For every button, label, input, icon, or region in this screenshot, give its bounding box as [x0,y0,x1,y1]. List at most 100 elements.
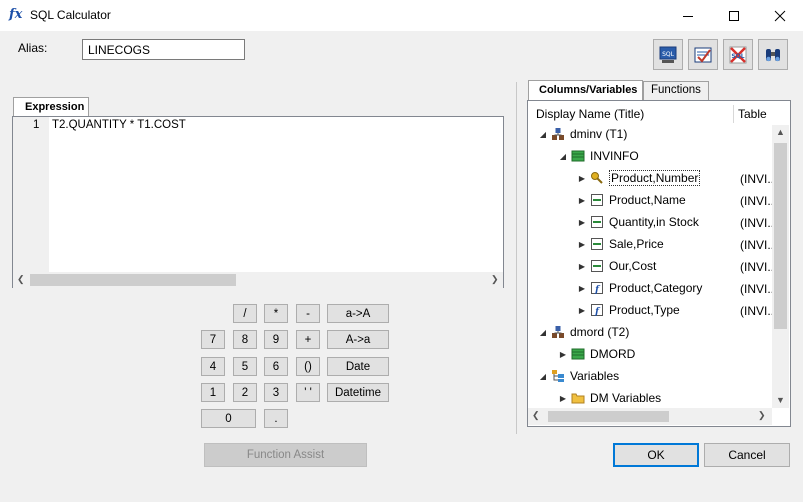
key-parentheses[interactable]: () [296,357,320,376]
scroll-right-icon[interactable]: ❯ [758,410,766,421]
collapsed-icon[interactable]: ▶ [558,394,568,403]
tree-node-label: DM Variables [590,391,662,405]
expression-hscrollbar[interactable]: ❮ ❯ [13,272,503,288]
key-2[interactable]: 2 [233,383,257,402]
key-datetime[interactable]: Datetime [327,383,389,402]
alias-label: Alias: [18,41,48,55]
column-header-table[interactable]: Table [738,107,767,121]
column-icon [590,193,604,207]
tree-node-label: Quantity,in Stock [609,215,699,229]
library-icon [551,127,565,141]
key-0[interactable]: 0 [201,409,256,428]
tree-node-label: Product,Type [609,303,680,317]
key-4[interactable]: 4 [201,357,225,376]
key-multiply[interactable]: * [264,304,288,323]
collapsed-icon[interactable]: ▶ [577,196,587,205]
tree-hscrollbar[interactable]: ❮ ❯ [528,408,772,425]
key-lower-case[interactable]: A->a [327,330,389,349]
tree-node-label: Sale,Price [609,237,664,251]
scroll-up-icon[interactable]: ▲ [776,127,785,137]
collapsed-icon[interactable]: ▶ [577,218,587,227]
column-header-separator[interactable] [733,105,734,123]
collapsed-icon[interactable]: ▶ [558,350,568,359]
key-9[interactable]: 9 [264,330,288,349]
validate-button[interactable] [688,39,718,70]
key-7[interactable]: 7 [201,330,225,349]
tree-node-label: Product,Number [609,170,701,186]
app-fx-icon: fx [9,7,23,22]
validate-icon [694,47,712,63]
key-1[interactable]: 1 [201,383,225,402]
tree-vscroll-thumb[interactable] [774,143,787,329]
sql-check-button[interactable]: SQL [723,39,753,70]
tree-node-sale-price[interactable]: ▶ Sale,Price [577,234,664,254]
tree-node-product-name[interactable]: ▶ Product,Name [577,190,686,210]
computed-column-icon: f [590,303,604,317]
close-button[interactable] [757,0,803,31]
tab-columns-variables[interactable]: Columns/Variables [528,80,643,100]
tree-node-product-type[interactable]: ▶ f Product,Type [577,300,680,320]
key-date[interactable]: Date [327,357,389,376]
collapsed-icon[interactable]: ▶ [577,306,587,315]
collapsed-icon[interactable]: ▶ [577,262,587,271]
tree-node-quantity-in-stock[interactable]: ▶ Quantity,in Stock [577,212,699,232]
expanded-icon[interactable]: ◢ [538,372,548,381]
key-8[interactable]: 8 [233,330,257,349]
scroll-left-icon[interactable]: ❮ [17,274,25,285]
tree-node-label: DMORD [590,347,636,361]
key-6[interactable]: 6 [264,357,288,376]
svg-text:SQL: SQL [662,51,675,58]
tree-node-dm-variables[interactable]: ▶ DM Variables [558,388,661,408]
tree-node-label: dminv (T1) [570,127,628,141]
tree-node-product-category[interactable]: ▶ f Product,Category [577,278,702,298]
expression-hscroll-thumb[interactable] [30,274,236,286]
tree-vscrollbar[interactable]: ▲ ▼ [772,125,789,408]
expanded-icon[interactable]: ◢ [538,328,548,337]
tree-node-dmord-table[interactable]: ▶ DMORD [558,344,635,364]
key-quotes[interactable]: ' ' [296,383,320,402]
collapsed-icon[interactable]: ▶ [577,240,587,249]
key-upper-case[interactable]: a->A [327,304,389,323]
key-minus[interactable]: - [296,304,320,323]
key-divide[interactable]: / [233,304,257,323]
ok-button[interactable]: OK [613,443,699,467]
tree-node-invinfo[interactable]: ◢ INVINFO [558,146,639,166]
tree-node-dmord[interactable]: ◢ dmord (T2) [538,322,629,342]
expression-text[interactable]: T2.QUANTITY * T1.COST [52,119,186,131]
tree-hscroll-thumb[interactable] [548,411,669,422]
collapsed-icon[interactable]: ▶ [577,284,587,293]
scroll-down-icon[interactable]: ▼ [776,395,785,405]
sql-view-button[interactable]: SQL [653,39,683,70]
line-number: 1 [33,119,40,131]
tree-node-dminv[interactable]: ◢ dminv (T1) [538,124,627,144]
tree-node-product-number[interactable]: ▶ Product,Number [577,168,701,188]
minimize-button[interactable] [665,0,711,31]
alias-input[interactable]: LINECOGS [82,39,245,60]
tree-node-label: Product,Category [609,281,703,295]
key-plus[interactable]: + [296,330,320,349]
sql-view-icon: SQL [659,46,677,63]
table-green-icon [571,347,585,361]
key-5[interactable]: 5 [233,357,257,376]
tree-node-label: Our,Cost [609,259,657,273]
collapsed-icon[interactable]: ▶ [577,174,587,183]
tree-node-variables[interactable]: ◢ Variables [538,366,619,386]
key-3[interactable]: 3 [264,383,288,402]
browse-button[interactable] [758,39,788,70]
expression-editor[interactable]: 1 T2.QUANTITY * T1.COST ❮ ❯ [12,116,504,288]
column-header-display-name[interactable]: Display Name (Title) [536,107,644,121]
library-icon [551,325,565,339]
key-decimal[interactable]: . [264,409,288,428]
tree-node-label: Variables [570,369,620,383]
scroll-right-icon[interactable]: ❯ [491,274,499,285]
scroll-left-icon[interactable]: ❮ [532,410,540,421]
expanded-icon[interactable]: ◢ [538,130,548,139]
expanded-icon[interactable]: ◢ [558,152,568,161]
tree-node-our-cost[interactable]: ▶ Our,Cost [577,256,656,276]
cancel-button[interactable]: Cancel [704,443,790,467]
columns-tree[interactable]: Display Name (Title) Table ◢ dminv (T1) … [527,100,791,427]
tab-functions[interactable]: Functions [643,81,709,100]
maximize-button[interactable] [711,0,757,31]
tab-expression[interactable]: Expression [13,97,89,117]
function-assist-button[interactable]: Function Assist [204,443,367,467]
